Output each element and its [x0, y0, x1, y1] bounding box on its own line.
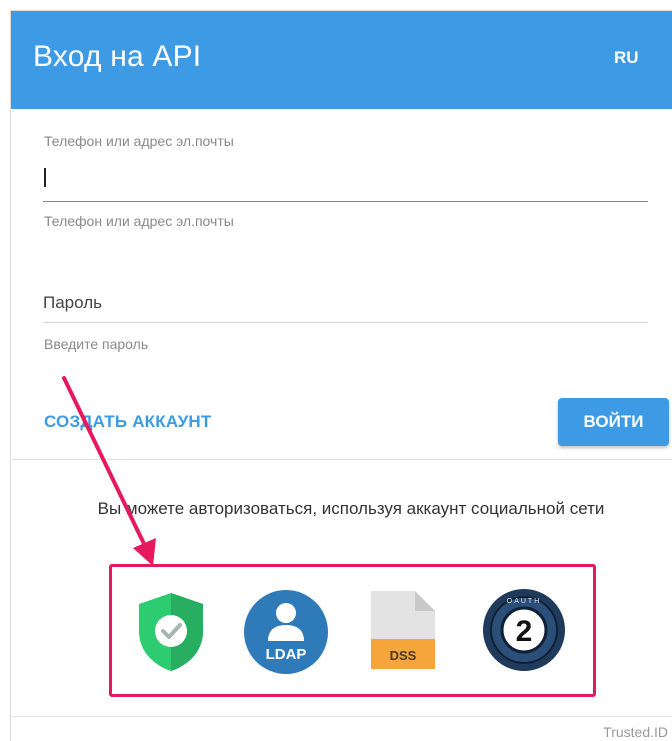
oauth2-icon-ring-label: OAUTH — [507, 598, 542, 605]
brand-footer: Trusted.ID — [603, 724, 668, 740]
ldap-icon[interactable]: LDAP — [243, 589, 329, 675]
login-field-label: Телефон или адрес эл.почты — [44, 133, 234, 149]
password-field-hint: Введите пароль — [44, 336, 149, 352]
shield-check-icon[interactable] — [135, 591, 207, 673]
login-card: Вход на API RU Телефон или адрес эл.почт… — [10, 10, 672, 741]
header: Вход на API RU — [11, 11, 672, 109]
password-input[interactable] — [43, 283, 648, 323]
ldap-icon-label: LDAP — [266, 646, 307, 663]
page-title: Вход на API — [33, 40, 202, 73]
text-caret — [44, 168, 46, 187]
login-button[interactable]: ВОЙТИ — [558, 398, 669, 446]
login-field-hint: Телефон или адрес эл.почты — [44, 213, 234, 229]
create-account-link[interactable]: СОЗДАТЬ АККАУНТ — [44, 412, 212, 432]
divider — [11, 459, 672, 460]
dss-icon[interactable]: DSS — [367, 587, 439, 673]
oauth2-icon[interactable]: 2 OAUTH — [481, 587, 567, 673]
language-switch-button[interactable]: RU — [614, 48, 639, 68]
oauth2-icon-number: 2 — [516, 615, 533, 648]
dss-icon-label: DSS — [390, 648, 417, 663]
social-login-text: Вы можете авторизоваться, используя акка… — [97, 499, 605, 518]
login-input[interactable] — [43, 158, 648, 202]
footer-divider — [11, 716, 672, 717]
